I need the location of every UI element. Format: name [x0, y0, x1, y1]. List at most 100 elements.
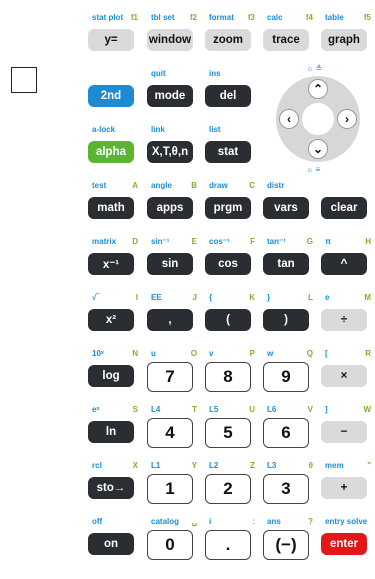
plus-key[interactable]: +	[321, 477, 367, 499]
cos-key[interactable]: cos	[205, 253, 251, 275]
key-cell: quit mode	[147, 68, 199, 114]
second-function-label: catalog	[151, 517, 180, 526]
caret-key[interactable]: ^	[321, 253, 367, 275]
key-cell: L2 Z 2	[205, 460, 257, 506]
alpha-function-label: N	[132, 349, 138, 358]
comma-key[interactable]: ,	[147, 309, 193, 331]
alpha-function-label: D	[132, 237, 138, 246]
second-function-label: ins	[209, 69, 221, 78]
enter-key[interactable]: enter	[321, 533, 367, 555]
stat-key[interactable]: stat	[205, 141, 251, 163]
second-function-label: L1	[151, 461, 161, 470]
key-cell: L1 Y 1	[147, 460, 199, 506]
alpha-function-label: f4	[305, 13, 313, 22]
key-cell: rcl Xsto→	[88, 460, 140, 506]
two-key[interactable]: 2	[205, 474, 251, 504]
five-key[interactable]: 5	[205, 418, 251, 448]
six-key[interactable]: 6	[263, 418, 309, 448]
arrow-pad: ⌃ ⌄ ‹ ›	[276, 76, 360, 162]
alpha-function-label: θ	[308, 461, 313, 470]
alpha-function-label: X	[132, 461, 138, 470]
alpha-function-label: f5	[363, 13, 371, 22]
vars-key[interactable]: vars	[263, 197, 309, 219]
alpha-function-label: P	[249, 349, 255, 358]
alpha-function-label: I	[135, 293, 138, 302]
key-cell: distr vars	[263, 180, 315, 226]
decimal-key[interactable]: .	[205, 530, 251, 560]
down-arrow-key[interactable]: ⌄	[308, 139, 328, 159]
alpha-function-label: "	[367, 461, 371, 470]
negative-key[interactable]: (−)	[263, 530, 309, 560]
second-function-label: angle	[151, 181, 172, 190]
checkbox[interactable]	[11, 67, 37, 93]
minus-key[interactable]: −	[321, 421, 367, 443]
square-key[interactable]: x²	[88, 309, 134, 331]
second-function-label: i	[209, 517, 212, 526]
left-arrow-key[interactable]: ‹	[279, 109, 299, 129]
brightness-down-indicator: ☼ ≡	[306, 165, 321, 174]
prgm-key[interactable]: prgm	[205, 197, 251, 219]
eight-key[interactable]: 8	[205, 362, 251, 392]
sto-key[interactable]: sto→	[88, 477, 134, 499]
second-function-label: stat plot	[92, 13, 124, 22]
alpha-function-label: L	[308, 293, 313, 302]
del-key[interactable]: del	[205, 85, 251, 107]
mode-key[interactable]: mode	[147, 85, 193, 107]
zero-key[interactable]: 0	[147, 530, 193, 560]
second-function-label: L6	[267, 405, 277, 414]
second-function-label: [	[325, 349, 328, 358]
y-equals-key[interactable]: y=	[88, 29, 134, 51]
sin-key[interactable]: sin	[147, 253, 193, 275]
second-function-label: e	[325, 293, 330, 302]
window-key[interactable]: window	[147, 29, 193, 51]
second-function-label: eˣ	[92, 405, 100, 414]
four-key[interactable]: 4	[147, 418, 193, 448]
right-paren-key[interactable]: )	[263, 309, 309, 331]
alpha-key[interactable]: alpha	[88, 141, 134, 163]
second-function-label: ans	[267, 517, 281, 526]
inverse-key[interactable]: x⁻¹	[88, 253, 134, 275]
divide-key[interactable]: ÷	[321, 309, 367, 331]
key-cell: ] W −	[321, 404, 373, 450]
alpha-function-label: J	[192, 293, 197, 302]
one-key[interactable]: 1	[147, 474, 193, 504]
key-cell: mem " +	[321, 460, 373, 506]
key-cell: calc f4 trace	[263, 12, 315, 58]
seven-key[interactable]: 7	[147, 362, 193, 392]
graph-key[interactable]: graph	[321, 29, 367, 51]
key-cell: w Q 9	[263, 348, 315, 394]
key-cell: clear	[321, 180, 373, 226]
alpha-function-label: f2	[189, 13, 197, 22]
alpha-function-label: U	[249, 405, 255, 414]
key-cell: v P 8	[205, 348, 257, 394]
alpha-function-label: S	[132, 405, 138, 414]
left-paren-key[interactable]: (	[205, 309, 251, 331]
key-cell: π H ^	[321, 236, 373, 282]
right-arrow-key[interactable]: ›	[337, 109, 357, 129]
key-cell: i:.	[205, 516, 257, 562]
ln-key[interactable]: ln	[88, 421, 134, 443]
tan-key[interactable]: tan	[263, 253, 309, 275]
second-function-label: rcl	[92, 461, 102, 470]
three-key[interactable]: 3	[263, 474, 309, 504]
log-key[interactable]: log	[88, 365, 134, 387]
second-key[interactable]: 2nd	[88, 85, 134, 107]
up-arrow-key[interactable]: ⌃	[308, 79, 328, 99]
second-function-label: π	[325, 237, 332, 246]
second-function-label: distr	[267, 181, 285, 190]
clear-key[interactable]: clear	[321, 197, 367, 219]
on-key[interactable]: on	[88, 533, 134, 555]
math-key[interactable]: math	[88, 197, 134, 219]
xttheta-key[interactable]: X,T,θ,n	[147, 141, 193, 163]
zoom-key[interactable]: zoom	[205, 29, 251, 51]
multiply-key[interactable]: ×	[321, 365, 367, 387]
alpha-function-label: O	[190, 349, 197, 358]
second-function-label: format	[209, 13, 234, 22]
trace-key[interactable]: trace	[263, 29, 309, 51]
alpha-function-label: W	[363, 405, 371, 414]
second-function-label: a-lock	[92, 125, 116, 134]
apps-key[interactable]: apps	[147, 197, 193, 219]
key-cell: 10ˣ Nlog	[88, 348, 140, 394]
key-cell: e M ÷	[321, 292, 373, 338]
nine-key[interactable]: 9	[263, 362, 309, 392]
